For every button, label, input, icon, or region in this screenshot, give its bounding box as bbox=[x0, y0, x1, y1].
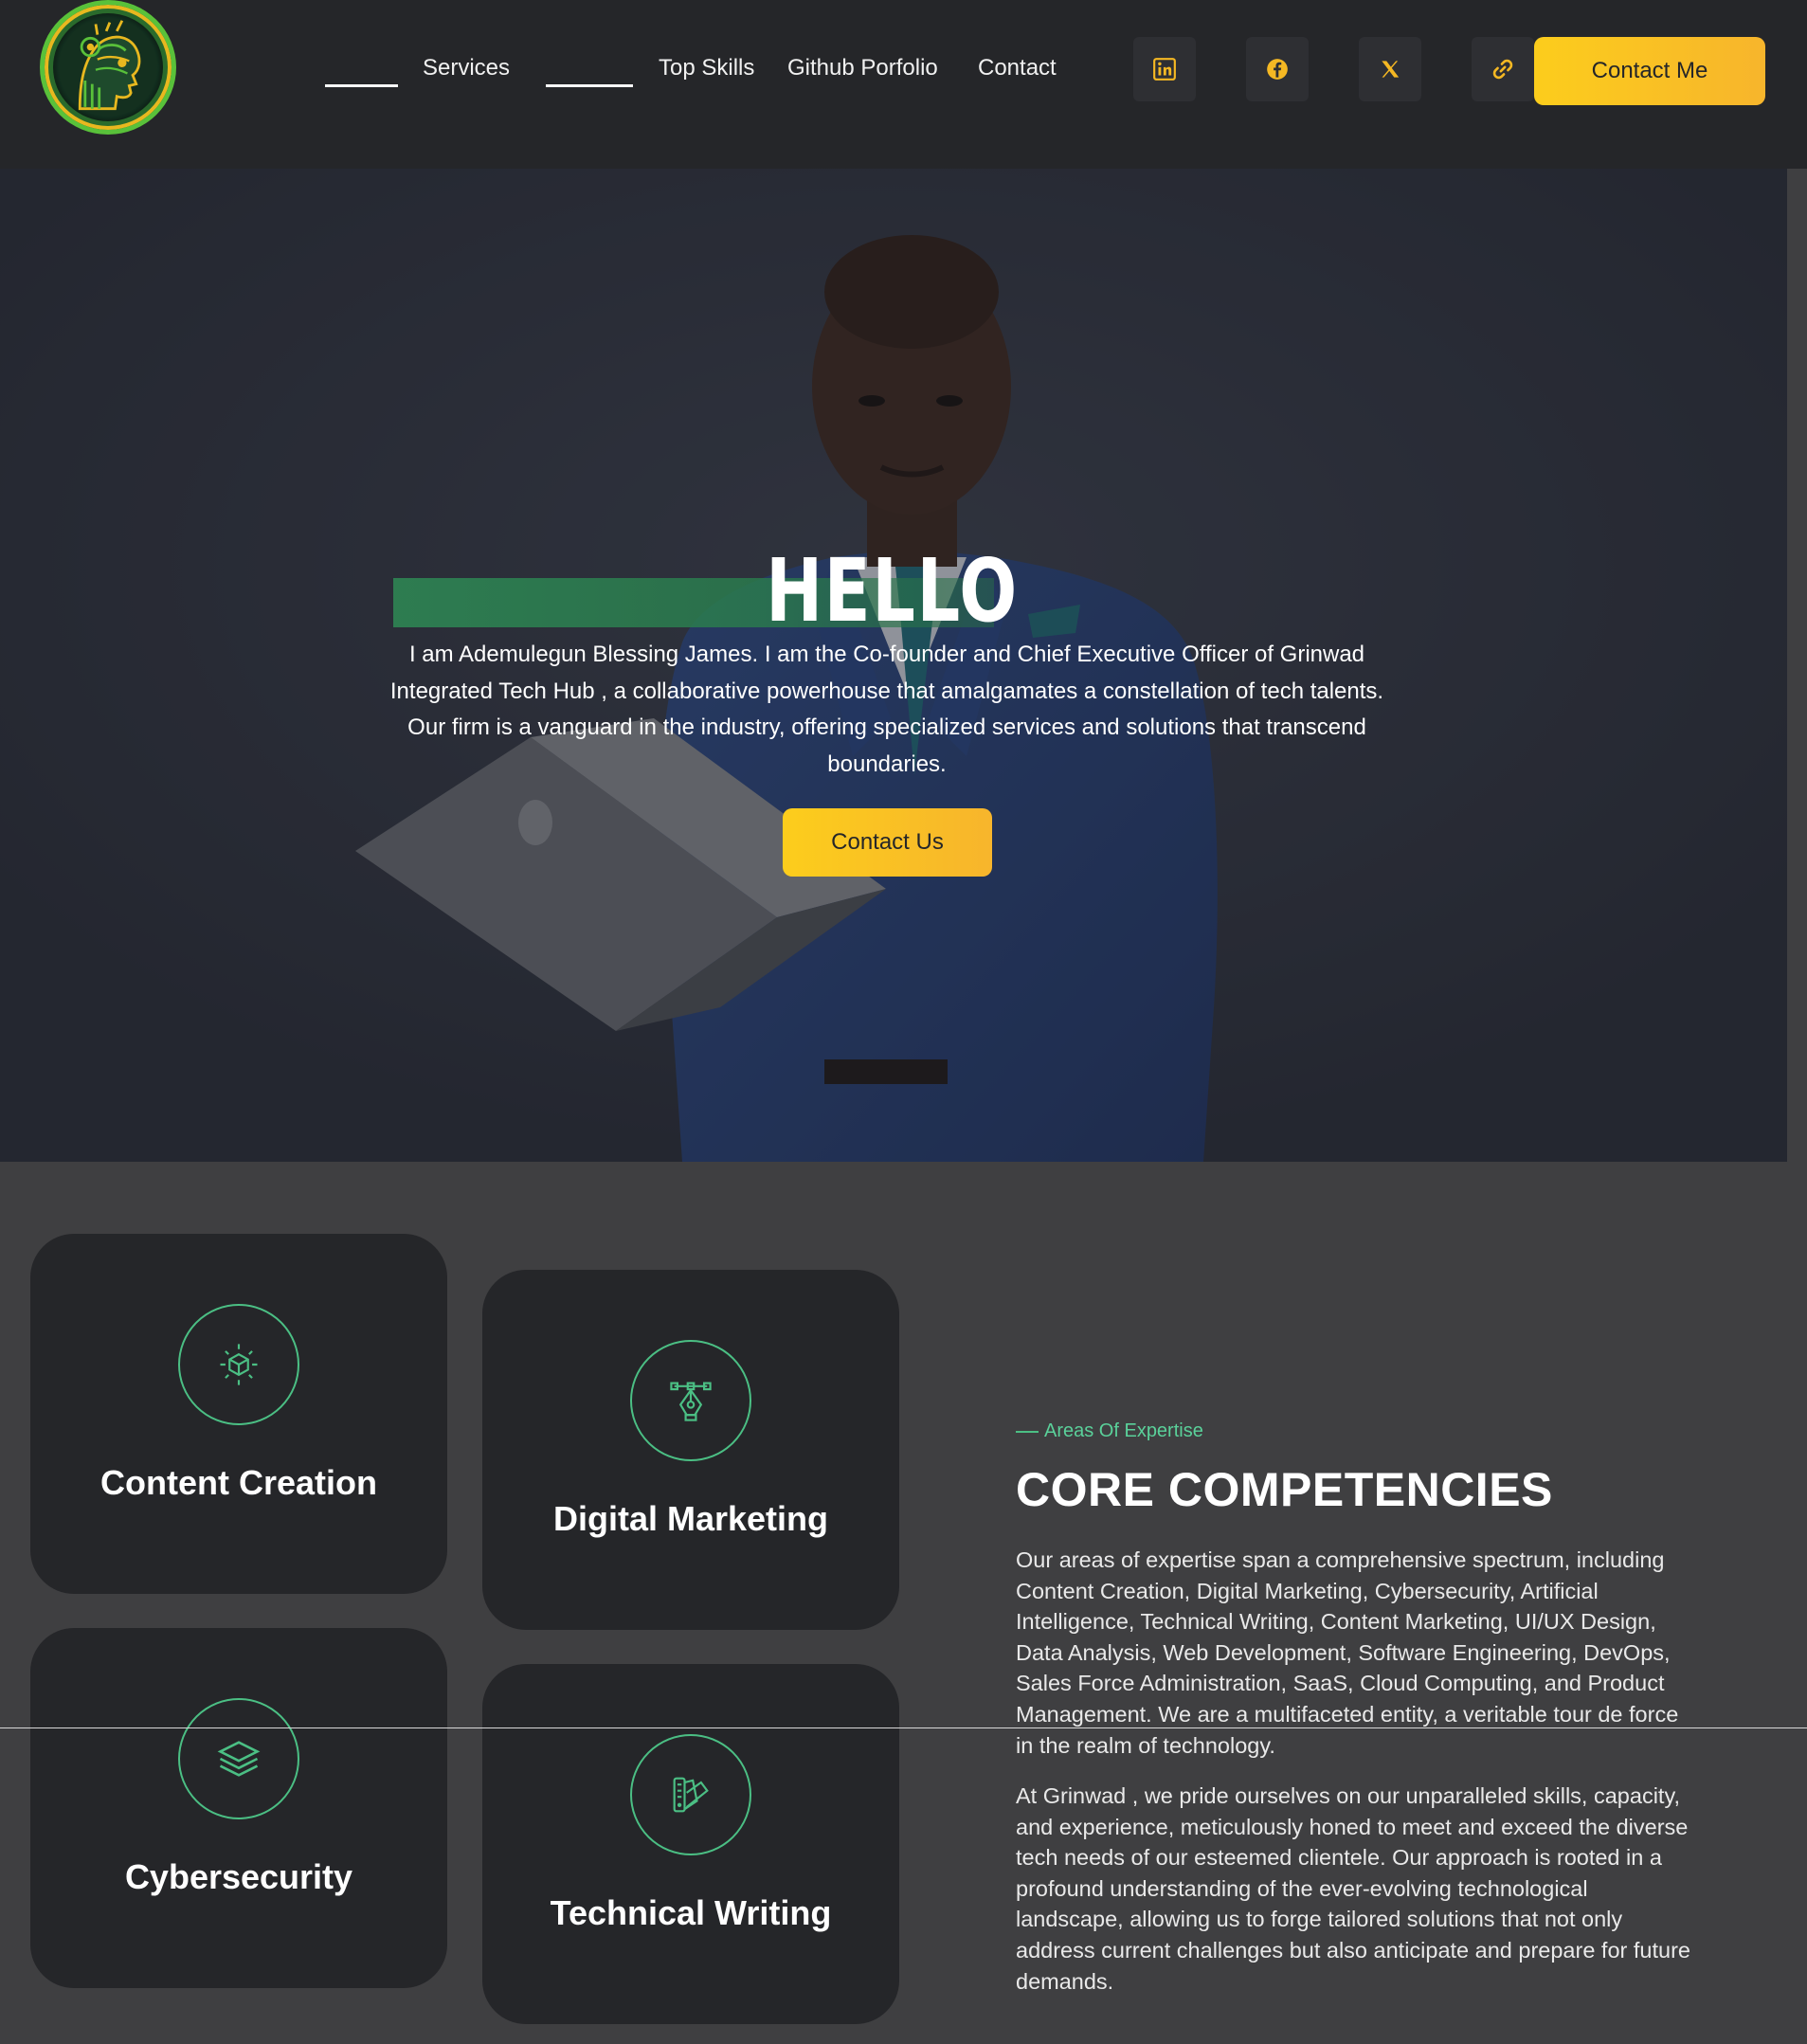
cube-icon bbox=[220, 1344, 258, 1385]
contact-me-button[interactable]: Contact Me bbox=[1534, 37, 1765, 105]
linkedin-button[interactable] bbox=[1133, 37, 1196, 101]
horizontal-divider-line bbox=[0, 1727, 1807, 1728]
card-icon-circle bbox=[630, 1734, 751, 1855]
color-swatch-icon bbox=[673, 1777, 709, 1813]
card-title: Technical Writing bbox=[550, 1893, 832, 1932]
card-title: Cybersecurity bbox=[124, 1857, 353, 1896]
link-icon bbox=[1492, 59, 1513, 80]
card-cybersecurity[interactable]: Cybersecurity bbox=[30, 1628, 447, 1988]
hero-section: HELLO I am Ademulegun Blessing James. I … bbox=[0, 169, 1787, 1162]
nav-item-dropdown-blank[interactable] bbox=[546, 53, 633, 87]
section-eyebrow: Areas Of Expertise bbox=[1016, 1420, 1203, 1442]
card-icon-circle bbox=[178, 1304, 299, 1425]
hero-side-gutter bbox=[1787, 169, 1807, 1162]
site-header: Services Top Skills Github Porfolio Cont… bbox=[0, 0, 1807, 169]
nav-contact[interactable]: Contact bbox=[978, 55, 1057, 81]
pen-tool-icon bbox=[670, 1382, 712, 1421]
eyebrow-dash bbox=[1016, 1430, 1039, 1433]
layers-icon bbox=[217, 1741, 261, 1777]
facebook-button[interactable] bbox=[1246, 37, 1309, 101]
section-heading: CORE COMPETENCIES bbox=[1016, 1463, 1553, 1516]
facebook-icon bbox=[1267, 59, 1288, 80]
nav-services[interactable]: Services bbox=[423, 55, 510, 81]
card-icon-circle bbox=[178, 1698, 299, 1819]
linkedin-icon bbox=[1153, 58, 1176, 81]
nav-github-portfolio[interactable]: Github Porfolio bbox=[787, 55, 938, 81]
eyebrow-label: Areas Of Expertise bbox=[1044, 1420, 1203, 1441]
page: Services Top Skills Github Porfolio Cont… bbox=[0, 0, 1807, 2044]
competencies-paragraph-2: At Grinwad , we pride ourselves on our u… bbox=[1016, 1783, 1690, 1994]
x-twitter-icon bbox=[1382, 61, 1400, 78]
card-icon-circle bbox=[630, 1340, 751, 1461]
card-digital-marketing[interactable]: Digital Marketing bbox=[482, 1270, 899, 1630]
robot-head-logo-icon[interactable] bbox=[40, 0, 176, 135]
card-title: Digital Marketing bbox=[552, 1499, 829, 1538]
nav-item-blank[interactable] bbox=[325, 53, 398, 87]
card-title: Content Creation bbox=[100, 1463, 377, 1502]
card-technical-writing[interactable]: Technical Writing bbox=[482, 1664, 899, 2024]
contact-us-button[interactable]: Contact Us bbox=[783, 808, 992, 877]
card-content-creation[interactable]: Content Creation bbox=[30, 1234, 447, 1594]
x-twitter-button[interactable] bbox=[1359, 37, 1421, 101]
hero-intro-text: I am Ademulegun Blessing James. I am the… bbox=[389, 642, 1384, 777]
nav-top-skills[interactable]: Top Skills bbox=[659, 55, 754, 81]
hero-title: HELLO bbox=[766, 540, 1019, 642]
link-button[interactable] bbox=[1472, 37, 1534, 101]
